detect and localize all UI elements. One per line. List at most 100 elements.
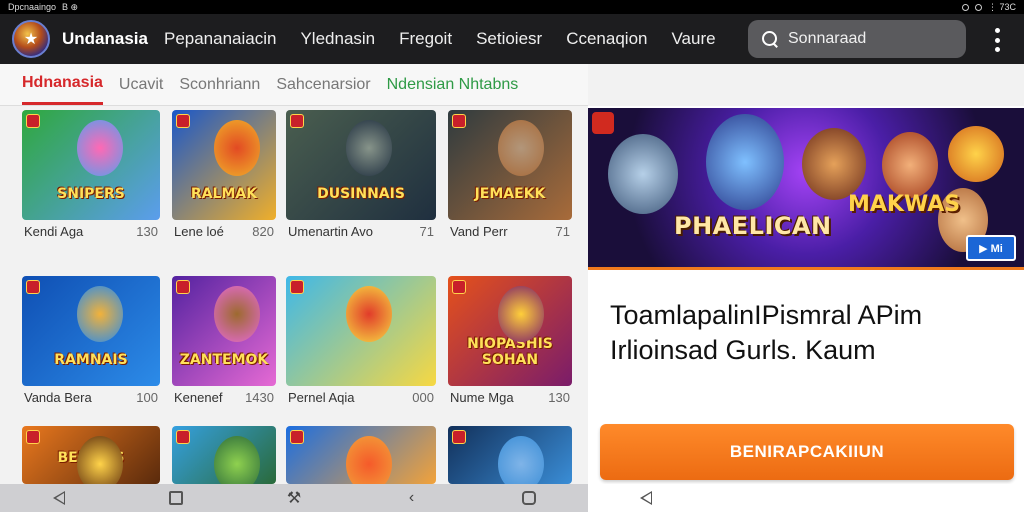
game-character-icon	[213, 436, 260, 484]
alarm-icon	[961, 3, 969, 11]
game-badge-icon	[26, 114, 40, 128]
search-input[interactable]	[788, 30, 938, 48]
game-meta: Vand Perr 71	[448, 220, 572, 239]
nav-link-2[interactable]: Ylednasin	[300, 29, 375, 49]
game-card[interactable]: RAMNAIS Vanda Bera 100	[22, 276, 160, 405]
game-card[interactable]: NIOPASHIS SOHAN Nume Mga 130	[448, 276, 572, 405]
banner-play-tag[interactable]: ▶ Mi	[966, 235, 1016, 261]
promo-headline: ToamlapalinIPismral APim Irlioinsad Gurl…	[610, 300, 923, 366]
game-character-icon	[213, 120, 260, 176]
nav-links: Pepananaiacin Ylednasin Fregoit Setioies…	[164, 29, 716, 49]
game-card[interactable]: ZANTEMOK Kenenef 1430	[172, 276, 276, 405]
search-icon[interactable]	[762, 31, 778, 47]
promo-panel: PHAELICAN MAKWAS ▶ Mi ToamlapalinIPismra…	[588, 106, 1024, 512]
wizard-character-icon	[706, 114, 784, 210]
game-thumbnail[interactable]: RALMAK	[172, 110, 276, 220]
nav-link-6[interactable]: Vaure	[671, 29, 715, 49]
game-thumbnail[interactable]	[286, 426, 436, 484]
game-name: Lene loé	[174, 224, 224, 239]
warrior-character-icon	[802, 128, 866, 200]
game-badge-icon	[452, 280, 466, 294]
tab-3[interactable]: Sconhriann	[179, 66, 260, 104]
game-character-icon	[213, 286, 260, 342]
game-thumbnail[interactable]: ZANTEMOK	[172, 276, 276, 386]
brand-name[interactable]: Undanasia	[62, 29, 148, 49]
game-badge-icon	[452, 430, 466, 444]
game-name: Vanda Bera	[24, 390, 92, 405]
game-name: Kenenef	[174, 390, 223, 405]
game-card[interactable]	[172, 426, 276, 484]
game-logo-text: RALMAK	[190, 185, 258, 202]
game-badge-icon	[176, 280, 190, 294]
status-left-text: Dpcnaaingo	[8, 2, 57, 12]
game-card[interactable]: SNIPERS Kendi Aga 130	[22, 110, 160, 239]
tab-4[interactable]: Sahcenarsior	[276, 66, 370, 104]
app-logo-icon[interactable]: ★	[12, 20, 50, 58]
game-count: 71	[555, 224, 570, 239]
game-card[interactable]	[448, 426, 572, 484]
game-card[interactable]: BEILNAS	[22, 426, 160, 484]
game-thumbnail[interactable]: RAMNAIS	[22, 276, 160, 386]
status-right-text: ⋮ 73C	[987, 1, 1016, 12]
game-character-icon	[497, 286, 544, 342]
game-badge-icon	[290, 430, 304, 444]
game-card[interactable]: Pernel Aqia 000	[286, 276, 436, 405]
recents-icon	[522, 491, 537, 505]
game-thumbnail[interactable]	[448, 426, 572, 484]
game-character-icon	[77, 286, 124, 342]
game-thumbnail[interactable]	[172, 426, 276, 484]
back-button-right[interactable]	[634, 488, 658, 508]
game-count: 000	[412, 390, 434, 405]
game-name: Kendi Aga	[24, 224, 84, 239]
game-name: Umenartin Avo	[288, 224, 374, 239]
chevron-button[interactable]: ‹	[400, 488, 424, 508]
game-character-icon	[497, 436, 544, 484]
top-navigation: ★ Undanasia Pepananaiacin Ylednasin Freg…	[0, 14, 1024, 64]
game-logo-text: JEMAEKK	[474, 185, 546, 202]
tab-5[interactable]: Ndensian Nhtabns	[387, 66, 519, 104]
nav-link-3[interactable]: Fregoit	[399, 29, 452, 49]
game-card[interactable]	[286, 426, 436, 484]
game-thumbnail[interactable]: JEMAEKK	[448, 110, 572, 220]
game-card[interactable]: JEMAEKK Vand Perr 71	[448, 110, 572, 239]
search-box[interactable]	[748, 20, 966, 58]
nav-link-4[interactable]: Setioiesr	[476, 29, 542, 49]
game-thumbnail[interactable]: BEILNAS	[22, 426, 160, 484]
game-card[interactable]: RALMAK Lene loé 820	[172, 110, 276, 239]
game-meta: Umenartin Avo 71	[286, 220, 436, 239]
game-logo-text: RAMNAIS	[54, 351, 128, 368]
back-button[interactable]	[47, 488, 71, 508]
system-nav-bar-right	[588, 484, 1024, 512]
nav-link-1[interactable]: Pepananaiacin	[164, 29, 276, 49]
tab-1[interactable]: Hdnanasia	[22, 64, 103, 105]
game-meta: Lene loé 820	[172, 220, 276, 239]
game-meta: Nume Mga 130	[448, 386, 572, 405]
game-thumbnail[interactable]: SNIPERS	[22, 110, 160, 220]
game-thumbnail[interactable]	[286, 276, 436, 386]
assist-icon: ⚒	[286, 490, 302, 507]
game-thumbnail[interactable]: NIOPASHIS SOHAN	[448, 276, 572, 386]
home-button[interactable]	[164, 488, 188, 508]
game-count: 820	[252, 224, 274, 239]
game-badge-icon	[290, 114, 304, 128]
game-name: Nume Mga	[450, 390, 514, 405]
banner-title: PHAELICAN	[674, 212, 832, 240]
game-logo-text: SNIPERS	[57, 185, 125, 202]
game-badge-icon	[26, 280, 40, 294]
more-menu-icon[interactable]	[990, 28, 1004, 52]
home-icon	[169, 491, 184, 505]
game-badge-icon	[26, 430, 40, 444]
promo-banner[interactable]: PHAELICAN MAKWAS ▶ Mi	[588, 108, 1024, 270]
recents-button[interactable]	[517, 488, 541, 508]
game-name: Pernel Aqia	[288, 390, 355, 405]
assist-button[interactable]: ⚒	[282, 488, 306, 508]
game-thumbnail[interactable]: DUSINNAIS	[286, 110, 436, 220]
game-logo-text: DUSINNAIS	[317, 185, 405, 202]
register-button[interactable]: BENIRAPCAKIIUN	[600, 424, 1014, 480]
game-character-icon	[497, 120, 544, 176]
game-logo-text: NIOPASHIS SOHAN	[467, 336, 553, 368]
game-card[interactable]: DUSINNAIS Umenartin Avo 71	[286, 110, 436, 239]
status-bar: Dpcnaaingo B ⊕ ⋮ 73C	[0, 0, 1024, 14]
tab-2[interactable]: Ucavit	[119, 66, 163, 104]
nav-link-5[interactable]: Ccenaqion	[566, 29, 647, 49]
